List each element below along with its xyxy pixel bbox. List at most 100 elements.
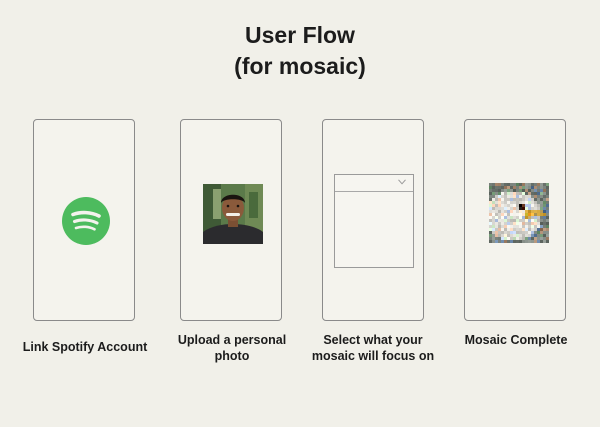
mosaic-tile <box>519 198 522 201</box>
mosaic-tile <box>504 240 507 243</box>
dropdown-header[interactable] <box>335 175 413 192</box>
mosaic-tile <box>537 240 540 243</box>
mosaic-tile <box>537 213 540 216</box>
mosaic-tile <box>510 186 513 189</box>
mosaic-tile <box>507 189 510 192</box>
mosaic-tile <box>492 192 495 195</box>
mosaic-tile <box>513 198 516 201</box>
mosaic-tile <box>537 189 540 192</box>
mosaic-tile <box>498 198 501 201</box>
mosaic-tile <box>513 213 516 216</box>
mosaic-tile <box>504 198 507 201</box>
mosaic-tile <box>492 186 495 189</box>
mosaic-tile <box>513 228 516 231</box>
mosaic-tile <box>543 234 546 237</box>
mosaic-tile <box>501 186 504 189</box>
mosaic-tile <box>507 213 510 216</box>
mosaic-tile <box>519 222 522 225</box>
mosaic-tile <box>528 192 531 195</box>
mosaic-tile <box>543 219 546 222</box>
mosaic-tile <box>543 186 546 189</box>
mosaic-tile <box>498 222 501 225</box>
mosaic-tile <box>495 195 498 198</box>
step-2-screen <box>180 119 282 321</box>
mosaic-tile <box>501 195 504 198</box>
step-2-caption: Upload a personal photo <box>177 333 287 363</box>
mosaic-tile <box>504 186 507 189</box>
mosaic-tile <box>489 207 492 210</box>
mosaic-tile <box>519 213 522 216</box>
focus-select-dropdown[interactable] <box>334 174 414 268</box>
mosaic-tile <box>510 225 513 228</box>
mosaic-tile <box>498 195 501 198</box>
mosaic-tile <box>543 210 546 213</box>
mosaic-tile <box>543 213 546 216</box>
mosaic-tile <box>513 189 516 192</box>
mosaic-tile <box>498 228 501 231</box>
mosaic-tile <box>525 186 528 189</box>
mosaic-tile <box>513 222 516 225</box>
mosaic-tile <box>522 225 525 228</box>
mosaic-tile <box>528 186 531 189</box>
mosaic-tile <box>495 213 498 216</box>
mosaic-tile <box>495 237 498 240</box>
mosaic-tile <box>543 222 546 225</box>
mosaic-tile <box>528 201 531 204</box>
mosaic-tile <box>528 204 531 207</box>
step-4-screen <box>464 119 566 321</box>
mosaic-tile <box>522 204 525 207</box>
mosaic-tile <box>507 204 510 207</box>
mosaic-tile <box>492 225 495 228</box>
mosaic-tile <box>507 237 510 240</box>
mosaic-tile <box>519 201 522 204</box>
mosaic-tile <box>537 216 540 219</box>
mosaic-tile <box>510 210 513 213</box>
mosaic-tile <box>510 216 513 219</box>
mosaic-tile <box>513 240 516 243</box>
mosaic-tile <box>519 225 522 228</box>
mosaic-tile <box>516 225 519 228</box>
mosaic-tile <box>534 234 537 237</box>
mosaic-tile <box>522 228 525 231</box>
mosaic-tile <box>513 195 516 198</box>
mosaic-tile <box>507 231 510 234</box>
mosaic-tile <box>519 219 522 222</box>
chevron-down-icon[interactable] <box>398 179 406 185</box>
mosaic-tile <box>516 198 519 201</box>
mosaic-tile <box>489 186 492 189</box>
mosaic-tile <box>489 195 492 198</box>
mosaic-tile <box>516 237 519 240</box>
mosaic-tile <box>525 198 528 201</box>
mosaic-tile <box>531 207 534 210</box>
mosaic-tile <box>522 237 525 240</box>
mosaic-tile <box>501 234 504 237</box>
mosaic-tile <box>495 198 498 201</box>
mosaic-tile <box>513 225 516 228</box>
mosaic-tile <box>537 192 540 195</box>
mosaic-tile <box>546 192 549 195</box>
mosaic-tile <box>510 198 513 201</box>
step-3-caption: Select what your mosaic will focus on <box>311 333 435 363</box>
mosaic-tile <box>540 189 543 192</box>
mosaic-tile <box>498 213 501 216</box>
mosaic-tile <box>531 234 534 237</box>
mosaic-tile <box>543 237 546 240</box>
mosaic-tile <box>510 192 513 195</box>
mosaic-tile <box>489 240 492 243</box>
mosaic-tile <box>507 201 510 204</box>
mosaic-tile <box>522 231 525 234</box>
mosaic-tile <box>504 225 507 228</box>
mosaic-tile <box>504 213 507 216</box>
mosaic-tile <box>498 189 501 192</box>
mosaic-tile <box>504 222 507 225</box>
mosaic-tile <box>540 183 543 186</box>
mosaic-tile <box>498 219 501 222</box>
mosaic-tile <box>519 210 522 213</box>
mosaic-tile <box>528 213 531 216</box>
mosaic-tile <box>531 216 534 219</box>
mosaic-tile <box>537 195 540 198</box>
mosaic-tile <box>489 219 492 222</box>
mosaic-tile <box>510 207 513 210</box>
mosaic-tile <box>546 207 549 210</box>
mosaic-tile <box>519 234 522 237</box>
